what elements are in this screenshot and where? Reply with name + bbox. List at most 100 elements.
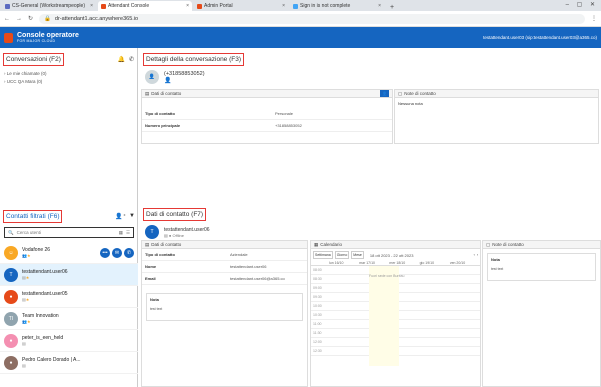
conversation-tree: › Le mie chiamate (0) › UCC QA Mara (0): [0, 70, 137, 86]
calendar-toolbar: Settimana Giorno Mese 18 ott 2023 - 22 o…: [311, 249, 480, 261]
calendar: ▦ Calendario Settimana Giorno Mese 18 ott…: [310, 240, 481, 387]
new-tab-button[interactable]: +: [386, 4, 398, 11]
phone-number: (+31858853052): [164, 70, 205, 77]
url-text: dr-attendant1.acc.anywhere365.io: [54, 15, 139, 22]
list-icon[interactable]: ☰: [126, 230, 130, 236]
star-icon: ★: [26, 253, 31, 258]
app-title: Console operatore: [17, 32, 79, 39]
avatar: TI: [4, 311, 18, 326]
filtered-contacts-section: Contatti filtrati (F6) 👤⁺ ▼ 🔍 Cerca uten…: [0, 205, 138, 374]
contact-list: ☺ Vodafone 26 👥★ ••• ✉ ✆ T testattendant.…: [0, 242, 138, 374]
notes-card: Nota test text: [487, 253, 596, 281]
close-icon[interactable]: ×: [90, 3, 93, 9]
bell-icon[interactable]: 🔔: [117, 56, 124, 63]
list-item[interactable]: TI Team Innovation 👥★: [0, 308, 138, 330]
contact-card-icon: ▤: [145, 90, 150, 96]
attendant-icon: [101, 3, 106, 9]
add-contact-icon[interactable]: 👤⁺: [115, 213, 126, 220]
contact-note: Nota test text: [146, 293, 303, 321]
contact-card-icon: ▤: [22, 341, 26, 346]
browser-tab-3[interactable]: Sign in is not complete ×: [290, 1, 384, 11]
window-controls[interactable]: – ▢ ✕: [566, 1, 598, 8]
note-icon: ▢: [486, 241, 491, 247]
star-icon: ★: [25, 297, 30, 302]
app-header: Console operatore FOR MAJOR CLOUD testat…: [0, 27, 601, 48]
contact-card-icon: ▤: [145, 241, 150, 247]
search-field[interactable]: 🔍 Cerca utenti ▦ ☰: [4, 227, 134, 238]
add-person-button[interactable]: 👤: [380, 90, 389, 97]
conversation-notes: ▢ Note di contatto Nessuna nota: [394, 89, 599, 144]
status-icon: ●: [168, 232, 172, 238]
week-button[interactable]: Settimana: [313, 251, 333, 259]
month-button[interactable]: Mese: [351, 251, 364, 259]
list-item[interactable]: T testattendant.user06 ▤★: [0, 264, 138, 286]
forward-icon[interactable]: →: [16, 16, 22, 22]
reload-icon[interactable]: ↻: [28, 15, 33, 22]
list-item[interactable]: ● peter_is_een_held ▤: [0, 330, 138, 352]
next-icon[interactable]: ›: [477, 253, 478, 257]
browser-tab-0[interactable]: CS-General (Workstreampeople) ×: [2, 1, 96, 11]
avatar: ☺: [4, 245, 18, 260]
menu-icon[interactable]: ⋮: [591, 15, 597, 22]
contact-title: Dati di contatto (F7): [143, 207, 207, 221]
contact-section: Dati di contatto (F7) T testattendant.us…: [139, 203, 601, 239]
conversations-header: Conversazioni (F2) 🔔 ✆: [0, 48, 137, 70]
close-icon[interactable]: ×: [186, 3, 189, 9]
tab-label: Admin Portal: [204, 3, 233, 9]
star-icon: ★: [25, 275, 30, 280]
note-icon: ▢: [398, 90, 403, 96]
close-icon[interactable]: ×: [282, 3, 285, 9]
tree-item[interactable]: › Le mie chiamate (0): [4, 70, 137, 78]
browser-tab-2[interactable]: Admin Portal ×: [194, 1, 288, 11]
microsoft-icon: [293, 3, 298, 9]
tab-label: Attendant Console: [108, 3, 150, 9]
avatar: ●: [4, 289, 18, 304]
call-button[interactable]: ✆: [124, 247, 134, 258]
contact-card-icon: ▤: [22, 363, 26, 368]
url-field[interactable]: 🔒 dr-attendant1.acc.anywhere365.io: [39, 13, 585, 24]
search-icon: 🔍: [8, 229, 14, 235]
app-subtitle: FOR MAJOR CLOUD: [17, 39, 56, 43]
conversation-contact-data: ▤ Dati di contatto 👤 Tipo di contatto Pers…: [141, 89, 393, 144]
avatar: T: [145, 225, 159, 239]
user-info[interactable]: testattendant.user03 (sip:testattendant.…: [483, 35, 597, 40]
close-icon[interactable]: ×: [378, 3, 381, 9]
selected-contact: T testattendant.user06 ▤ ● Offline: [139, 225, 601, 239]
brand: Console operatore FOR MAJOR CLOUD: [17, 32, 79, 43]
back-icon[interactable]: ←: [4, 16, 10, 22]
person-icon: 👤: [164, 77, 172, 84]
more-button[interactable]: •••: [100, 247, 110, 258]
calendar-icon: ▦: [314, 241, 319, 247]
main-panel: Dettagli della conversazione (F3) 👤 (+31…: [139, 48, 601, 387]
chat-button[interactable]: ✉: [112, 247, 122, 258]
admin-icon: [197, 3, 202, 9]
prev-icon[interactable]: ‹: [474, 253, 475, 257]
avatar: 👤: [145, 70, 159, 84]
contact-header: Dati di contatto (F7): [139, 203, 601, 225]
tab-label: Sign in is not complete: [300, 3, 351, 9]
list-item[interactable]: ● testattendant.user05 ▤★: [0, 286, 138, 308]
conversation-header: Dettagli della conversazione (F3): [139, 48, 601, 70]
filtered-header: Contatti filtrati (F6) 👤⁺ ▼: [0, 205, 138, 227]
anywhere365-logo-icon: [4, 32, 13, 43]
avatar: ●: [4, 333, 18, 348]
list-item[interactable]: ● Pedro Calero Dorado | A... ▤: [0, 352, 138, 374]
phone-icon[interactable]: ✆: [129, 56, 134, 63]
calendar-range: 18 ott 2023 - 22 ott 2023: [369, 252, 414, 258]
grid-icon[interactable]: ▦: [119, 230, 123, 236]
contact-data: ▤ Dati di contatto Tipo di contatto Aziend…: [141, 240, 308, 387]
filter-icon[interactable]: ▼: [129, 213, 135, 219]
notes-text: Nessuna nota: [398, 101, 423, 106]
conversations-title: Conversazioni (F2): [3, 52, 64, 66]
browser-tab-bar: CS-General (Workstreampeople) × Attendant…: [0, 0, 601, 11]
tree-item[interactable]: › UCC QA Mara (0): [4, 78, 137, 86]
day-button[interactable]: Giorno: [334, 251, 350, 259]
avatar: T: [4, 267, 18, 282]
search-placeholder: Cerca utenti: [16, 230, 41, 235]
calendar-grid[interactable]: Fuori sede con Bureau 08:00 08:30 09:00 …: [311, 266, 480, 366]
list-item[interactable]: ☺ Vodafone 26 👥★ ••• ✉ ✆: [0, 242, 138, 264]
lock-icon: 🔒: [44, 15, 51, 22]
contact-card-icon: ▤: [164, 232, 168, 238]
status-text: Offline: [172, 232, 184, 238]
browser-tab-1[interactable]: Attendant Console ×: [98, 1, 192, 11]
